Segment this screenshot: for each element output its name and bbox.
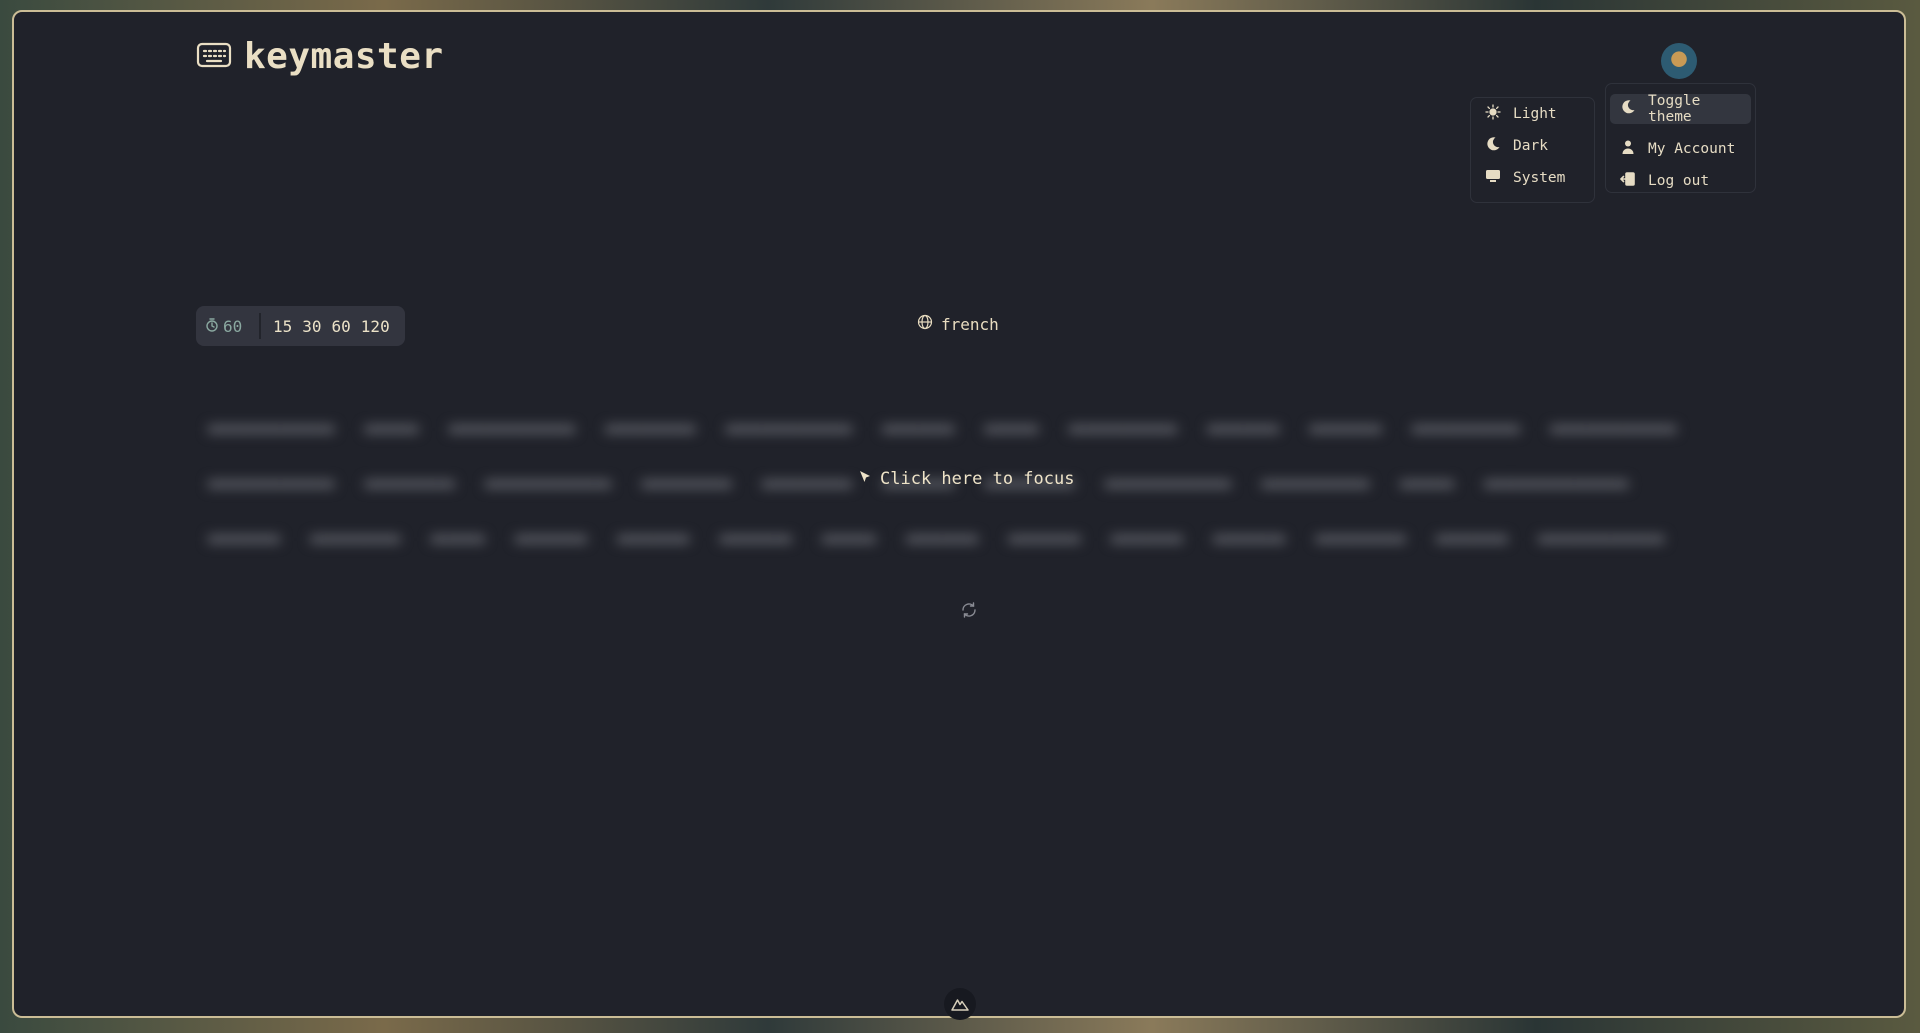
theme-system-label: System: [1513, 170, 1566, 186]
current-time-display: 60: [196, 306, 259, 346]
log-out-item[interactable]: Log out: [1610, 166, 1751, 196]
theme-menu: Light Dark System: [1470, 97, 1595, 203]
my-account-item[interactable]: My Account: [1610, 134, 1751, 164]
avatar[interactable]: [1661, 43, 1697, 79]
focus-hint[interactable]: Click here to focus: [858, 469, 1074, 489]
nuxt-icon[interactable]: [944, 988, 976, 1020]
keyboard-icon: [196, 40, 232, 74]
theme-dark-label: Dark: [1513, 138, 1548, 154]
theme-light-item[interactable]: Light: [1475, 99, 1590, 129]
log-out-label: Log out: [1648, 173, 1710, 189]
sun-icon: [1485, 104, 1501, 124]
toggle-theme-item[interactable]: Toggle theme: [1610, 93, 1751, 125]
account-menu: Toggle theme My Account Log out: [1605, 83, 1756, 193]
moon-icon: [1485, 136, 1501, 156]
timer-icon: [205, 317, 219, 336]
theme-light-label: Light: [1513, 106, 1557, 122]
monitor-icon: [1485, 168, 1501, 188]
theme-system-item[interactable]: System: [1475, 163, 1590, 193]
logout-icon: [1619, 171, 1636, 191]
app-logo[interactable]: keymaster: [196, 36, 444, 77]
cursor-icon: [858, 469, 872, 489]
time-option-30[interactable]: 30: [302, 317, 321, 336]
time-option-60[interactable]: 60: [332, 317, 351, 336]
language-label: french: [941, 314, 999, 334]
time-selector: 60 15 30 60 120: [196, 306, 405, 346]
globe-icon: [917, 314, 933, 334]
time-option-120[interactable]: 120: [361, 317, 390, 336]
divider: [259, 313, 261, 339]
current-time-value: 60: [223, 316, 243, 336]
time-option-15[interactable]: 15: [273, 317, 292, 336]
refresh-icon[interactable]: [960, 601, 978, 619]
theme-dark-item[interactable]: Dark: [1475, 131, 1590, 161]
app-title: keymaster: [244, 36, 444, 77]
moon-icon: [1620, 99, 1636, 119]
toggle-theme-label: Toggle theme: [1648, 93, 1701, 125]
focus-hint-label: Click here to focus: [880, 469, 1075, 489]
my-account-label: My Account: [1648, 141, 1736, 157]
user-icon: [1620, 139, 1636, 159]
language-selector[interactable]: french: [917, 314, 999, 334]
